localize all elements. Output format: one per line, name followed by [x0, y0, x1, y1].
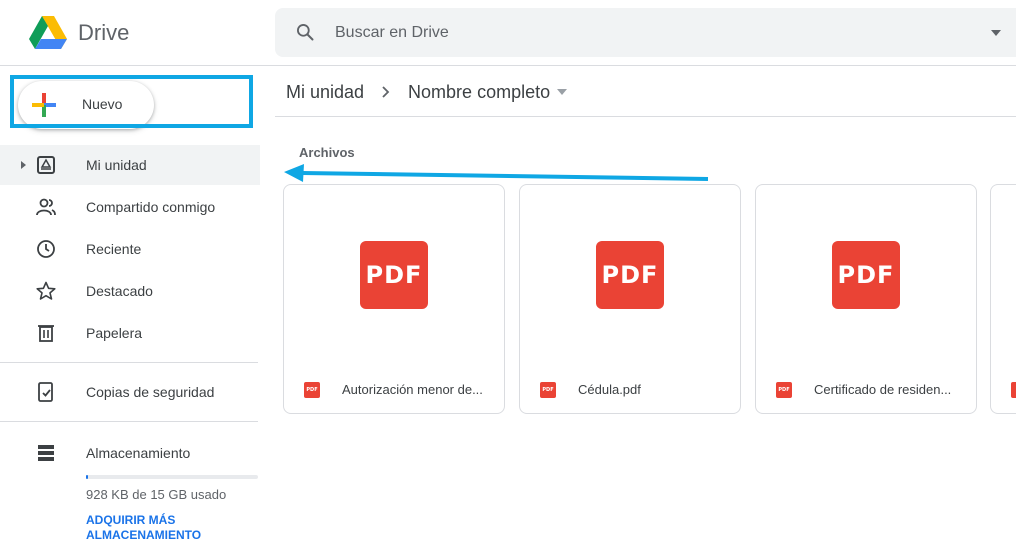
star-icon [36, 281, 56, 300]
trash-icon [38, 325, 54, 342]
pdf-type-icon: PDF [540, 382, 556, 398]
sidebar-item-label: Almacenamiento [86, 445, 191, 461]
file-thumbnail[interactable]: PDF [756, 185, 976, 361]
annotation-highlight-box [10, 75, 253, 128]
pdf-type-icon: PDF [304, 382, 320, 398]
sidebar-item-label: Compartido conmigo [86, 199, 216, 215]
pdf-file-icon: PDF [832, 241, 900, 309]
file-card[interactable]: PDF PDF Autorización menor de... [283, 184, 505, 414]
breadcrumb-item-current-folder[interactable]: Nombre completo [408, 82, 550, 103]
sidebar-item-starred[interactable]: Destacado [0, 271, 260, 311]
file-name[interactable]: Autorización menor de... [342, 382, 498, 397]
storage-usage-text: 928 KB de 15 GB usado [86, 487, 227, 502]
drive-logo-icon[interactable] [28, 12, 68, 52]
sidebar-item-label: Mi unidad [86, 157, 147, 173]
file-name[interactable]: Cédula.pdf [578, 382, 734, 397]
search-bar[interactable] [275, 8, 1016, 57]
shared-people-icon [36, 198, 56, 216]
sidebar-item-backups[interactable]: Copias de seguridad [0, 372, 260, 412]
sidebar-item-my-drive[interactable]: Mi unidad [0, 145, 260, 185]
app-header: Drive [0, 0, 1016, 66]
file-card-partial[interactable] [990, 184, 1016, 414]
drive-brand-title[interactable]: Drive [78, 20, 129, 46]
file-name[interactable]: Certificado de residen... [814, 382, 970, 397]
sidebar-item-recent[interactable]: Reciente [0, 229, 260, 269]
chevron-right-icon [382, 86, 390, 98]
file-thumbnail[interactable]: PDF [284, 185, 504, 361]
search-input[interactable] [335, 22, 835, 44]
sidebar-item-shared-with-me[interactable]: Compartido conmigo [0, 187, 260, 227]
sidebar-item-storage[interactable]: Almacenamiento [0, 433, 260, 473]
files-section-title: Archivos [299, 145, 355, 160]
expand-caret-icon[interactable] [21, 161, 26, 169]
storage-usage-bar [86, 475, 258, 479]
breadcrumb: Mi unidad Nombre completo [286, 80, 568, 104]
sidebar-item-trash[interactable]: Papelera [0, 313, 260, 353]
search-icon[interactable] [295, 22, 315, 42]
sidebar-item-label: Reciente [86, 241, 142, 257]
sidebar: Nuevo Mi unidad Compartido conmigo Recie… [0, 66, 260, 546]
file-card[interactable]: PDF PDF Cédula.pdf [519, 184, 741, 414]
file-card[interactable]: PDF PDF Certificado de residen... [755, 184, 977, 414]
sidebar-divider [0, 421, 258, 422]
folder-menu-dropdown-icon[interactable] [556, 88, 568, 96]
storage-icon [38, 445, 54, 461]
file-thumbnail[interactable]: PDF [520, 185, 740, 361]
breadcrumb-item-my-drive[interactable]: Mi unidad [286, 82, 364, 103]
storage-usage-fill [86, 475, 88, 479]
pdf-type-icon: PDF [776, 382, 792, 398]
pdf-type-icon [1011, 382, 1016, 398]
pdf-file-icon: PDF [596, 241, 664, 309]
buy-storage-link[interactable]: ADQUIRIR MÁS ALMACENAMIENTO [86, 513, 236, 543]
backup-icon [38, 382, 53, 402]
sidebar-divider [0, 362, 258, 363]
main-divider [275, 116, 1016, 117]
sidebar-item-label: Destacado [86, 283, 153, 299]
search-options-dropdown-icon[interactable] [991, 28, 1001, 38]
sidebar-item-label: Copias de seguridad [86, 384, 215, 400]
clock-icon [37, 240, 55, 258]
pdf-file-icon: PDF [360, 241, 428, 309]
sidebar-item-label: Papelera [86, 325, 143, 341]
my-drive-icon [37, 156, 55, 174]
